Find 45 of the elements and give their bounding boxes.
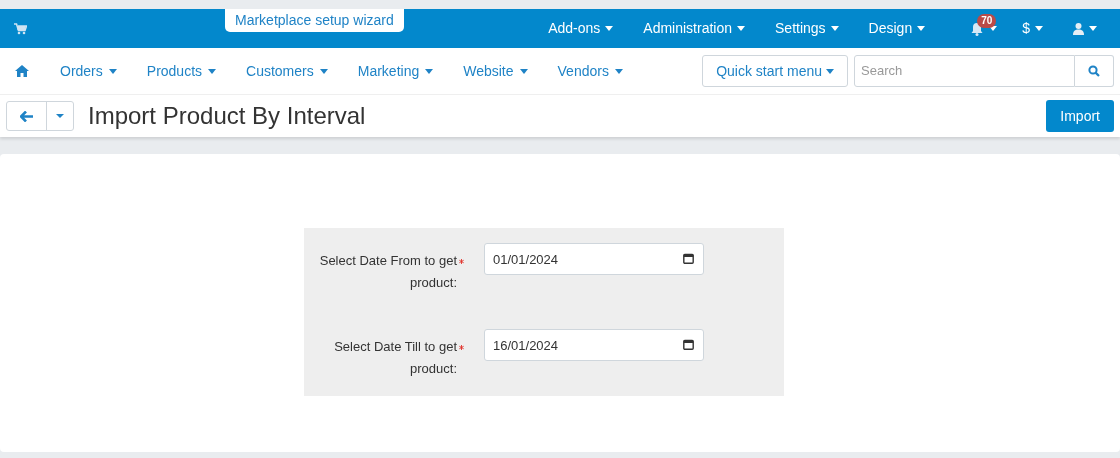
- menu-item[interactable]: Add-ons: [533, 18, 629, 39]
- nav-item[interactable]: Customers: [231, 60, 343, 82]
- cart-icon[interactable]: [14, 22, 27, 35]
- date-field[interactable]: 01/01/2024: [484, 243, 704, 275]
- search-icon: [1088, 65, 1100, 77]
- nav-item[interactable]: Website: [448, 60, 543, 82]
- caret-icon: [830, 26, 839, 31]
- currency-menu[interactable]: $: [1007, 18, 1058, 39]
- caret-icon: [1035, 26, 1043, 31]
- field-label: Select Date From to get product:: [319, 252, 457, 292]
- menu-item[interactable]: Design: [853, 18, 941, 39]
- arrow-left-icon: [20, 110, 33, 122]
- caret-icon: [826, 68, 834, 74]
- notification-badge: 70: [977, 14, 997, 28]
- caret-icon: [208, 68, 217, 74]
- nav-item[interactable]: Orders: [45, 60, 132, 82]
- quick-start-button[interactable]: Quick start menu: [702, 55, 848, 87]
- caret-icon: [425, 68, 434, 74]
- caret-icon: [614, 68, 623, 74]
- caret-icon: [917, 26, 926, 31]
- caret-icon: [737, 26, 745, 31]
- calendar-icon[interactable]: [683, 339, 694, 350]
- field-label: Select Date Till to get product:: [334, 338, 457, 378]
- menu-item[interactable]: Administration: [628, 18, 760, 39]
- caret-icon: [989, 26, 998, 31]
- page-title: Import Product By Interval: [88, 101, 366, 131]
- caret-icon: [519, 68, 528, 74]
- home-icon[interactable]: [15, 65, 29, 77]
- nav-item[interactable]: Products: [131, 60, 232, 82]
- menu-item[interactable]: Settings: [760, 18, 854, 39]
- search-field[interactable]: Search: [854, 55, 1075, 87]
- caret-icon: [56, 114, 64, 118]
- caret-icon: [319, 68, 328, 74]
- wizard-tab[interactable]: Marketplace setup wizard: [225, 9, 404, 32]
- search-button[interactable]: [1075, 55, 1114, 87]
- import-button[interactable]: Import: [1046, 100, 1114, 132]
- notifications-button[interactable]: 70: [960, 9, 1008, 48]
- date-field[interactable]: 16/01/2024: [484, 329, 704, 361]
- caret-icon: [1089, 26, 1097, 31]
- user-icon: [1073, 22, 1084, 35]
- caret-icon: [108, 68, 117, 74]
- nav-item[interactable]: Vendors: [542, 60, 638, 82]
- caret-icon: [605, 26, 614, 31]
- nav-item[interactable]: Marketing: [342, 60, 449, 82]
- calendar-icon[interactable]: [683, 253, 694, 264]
